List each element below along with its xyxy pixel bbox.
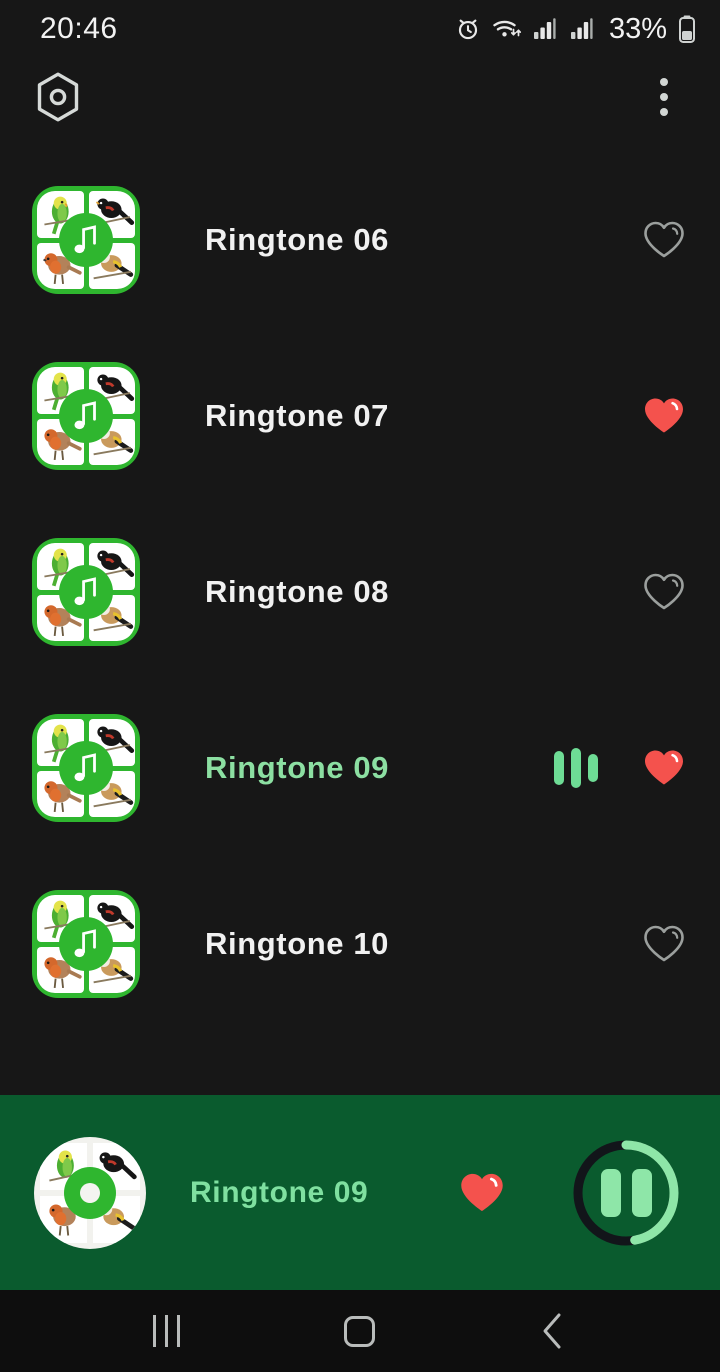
player-controls xyxy=(456,1137,682,1249)
bird-disc-icon xyxy=(34,1136,146,1249)
now-playing-bar[interactable]: Ringtone 09 xyxy=(0,1095,720,1290)
list-item[interactable]: Ringtone 08 xyxy=(0,504,720,680)
pause-bar xyxy=(631,1168,652,1217)
bird-grid-music-note-icon xyxy=(32,538,140,646)
battery-percent-label: 33% xyxy=(608,12,667,45)
list-item[interactable]: Ringtone 06 xyxy=(0,152,720,328)
recents-line xyxy=(165,1315,169,1347)
app-bar xyxy=(0,58,720,136)
track-title: Ringtone 08 xyxy=(205,574,390,609)
list-item[interactable]: Ringtone 09 xyxy=(0,680,720,856)
pause-bar xyxy=(600,1168,621,1217)
favorite-filled-icon[interactable] xyxy=(456,1167,508,1219)
favorite-filled-icon[interactable] xyxy=(640,392,688,440)
back-icon[interactable] xyxy=(508,1301,598,1361)
eq-bar xyxy=(554,751,564,785)
row-actions xyxy=(640,216,688,264)
bird-grid-music-note-icon xyxy=(32,890,140,998)
bird-grid-music-note-icon xyxy=(32,186,140,294)
recents-line xyxy=(177,1315,181,1347)
overflow-dot xyxy=(660,78,668,86)
status-clock: 20:46 xyxy=(40,12,118,45)
row-actions xyxy=(554,744,688,792)
status-bar: 20:46 33% xyxy=(0,0,720,58)
battery-icon xyxy=(678,15,696,43)
recents-icon[interactable] xyxy=(122,1301,212,1361)
alarm-icon xyxy=(455,16,481,42)
row-actions xyxy=(640,920,688,968)
eq-bar xyxy=(588,754,598,782)
overflow-dot xyxy=(660,108,668,116)
home-icon[interactable] xyxy=(315,1301,405,1361)
music-note-icon xyxy=(59,389,113,443)
row-actions xyxy=(640,568,688,616)
favorite-filled-icon[interactable] xyxy=(640,744,688,792)
signal-sim2-icon xyxy=(570,17,596,41)
now-playing-equalizer-icon xyxy=(554,748,602,788)
disc-hub xyxy=(64,1166,116,1219)
list-item[interactable]: Ringtone 10 xyxy=(0,856,720,1032)
overflow-menu-icon[interactable] xyxy=(642,69,686,125)
pause-button[interactable] xyxy=(570,1137,682,1249)
now-playing-title: Ringtone 09 xyxy=(190,1175,369,1209)
bird-grid-music-note-icon xyxy=(32,362,140,470)
track-title: Ringtone 06 xyxy=(205,222,390,257)
list-item[interactable]: Ringtone 07 xyxy=(0,328,720,504)
music-note-icon xyxy=(59,213,113,267)
row-actions xyxy=(640,392,688,440)
status-icon-group: 33% xyxy=(455,13,696,46)
signal-sim1-icon xyxy=(533,17,559,41)
music-note-icon xyxy=(59,741,113,795)
favorite-outline-icon[interactable] xyxy=(640,216,688,264)
favorite-outline-icon[interactable] xyxy=(640,568,688,616)
overflow-dot xyxy=(660,93,668,101)
bird-grid-music-note-icon xyxy=(32,714,140,822)
music-note-icon xyxy=(59,565,113,619)
recents-line xyxy=(153,1315,157,1347)
android-nav-bar xyxy=(0,1290,720,1372)
pause-icon xyxy=(600,1168,652,1217)
phone-screen: 20:46 33% Ringtone 06 Ringtone 07 Ringto… xyxy=(0,0,720,1372)
track-title: Ringtone 10 xyxy=(205,926,390,961)
ringtone-list[interactable]: Ringtone 06 Ringtone 07 Ringtone 08 Ring… xyxy=(0,136,720,1095)
track-title: Ringtone 07 xyxy=(205,398,390,433)
eq-bar xyxy=(571,748,581,788)
hexagon-settings-icon[interactable] xyxy=(32,71,84,123)
favorite-outline-icon[interactable] xyxy=(640,920,688,968)
track-title: Ringtone 09 xyxy=(205,750,390,785)
wifi-icon xyxy=(492,16,522,42)
music-note-icon xyxy=(59,917,113,971)
